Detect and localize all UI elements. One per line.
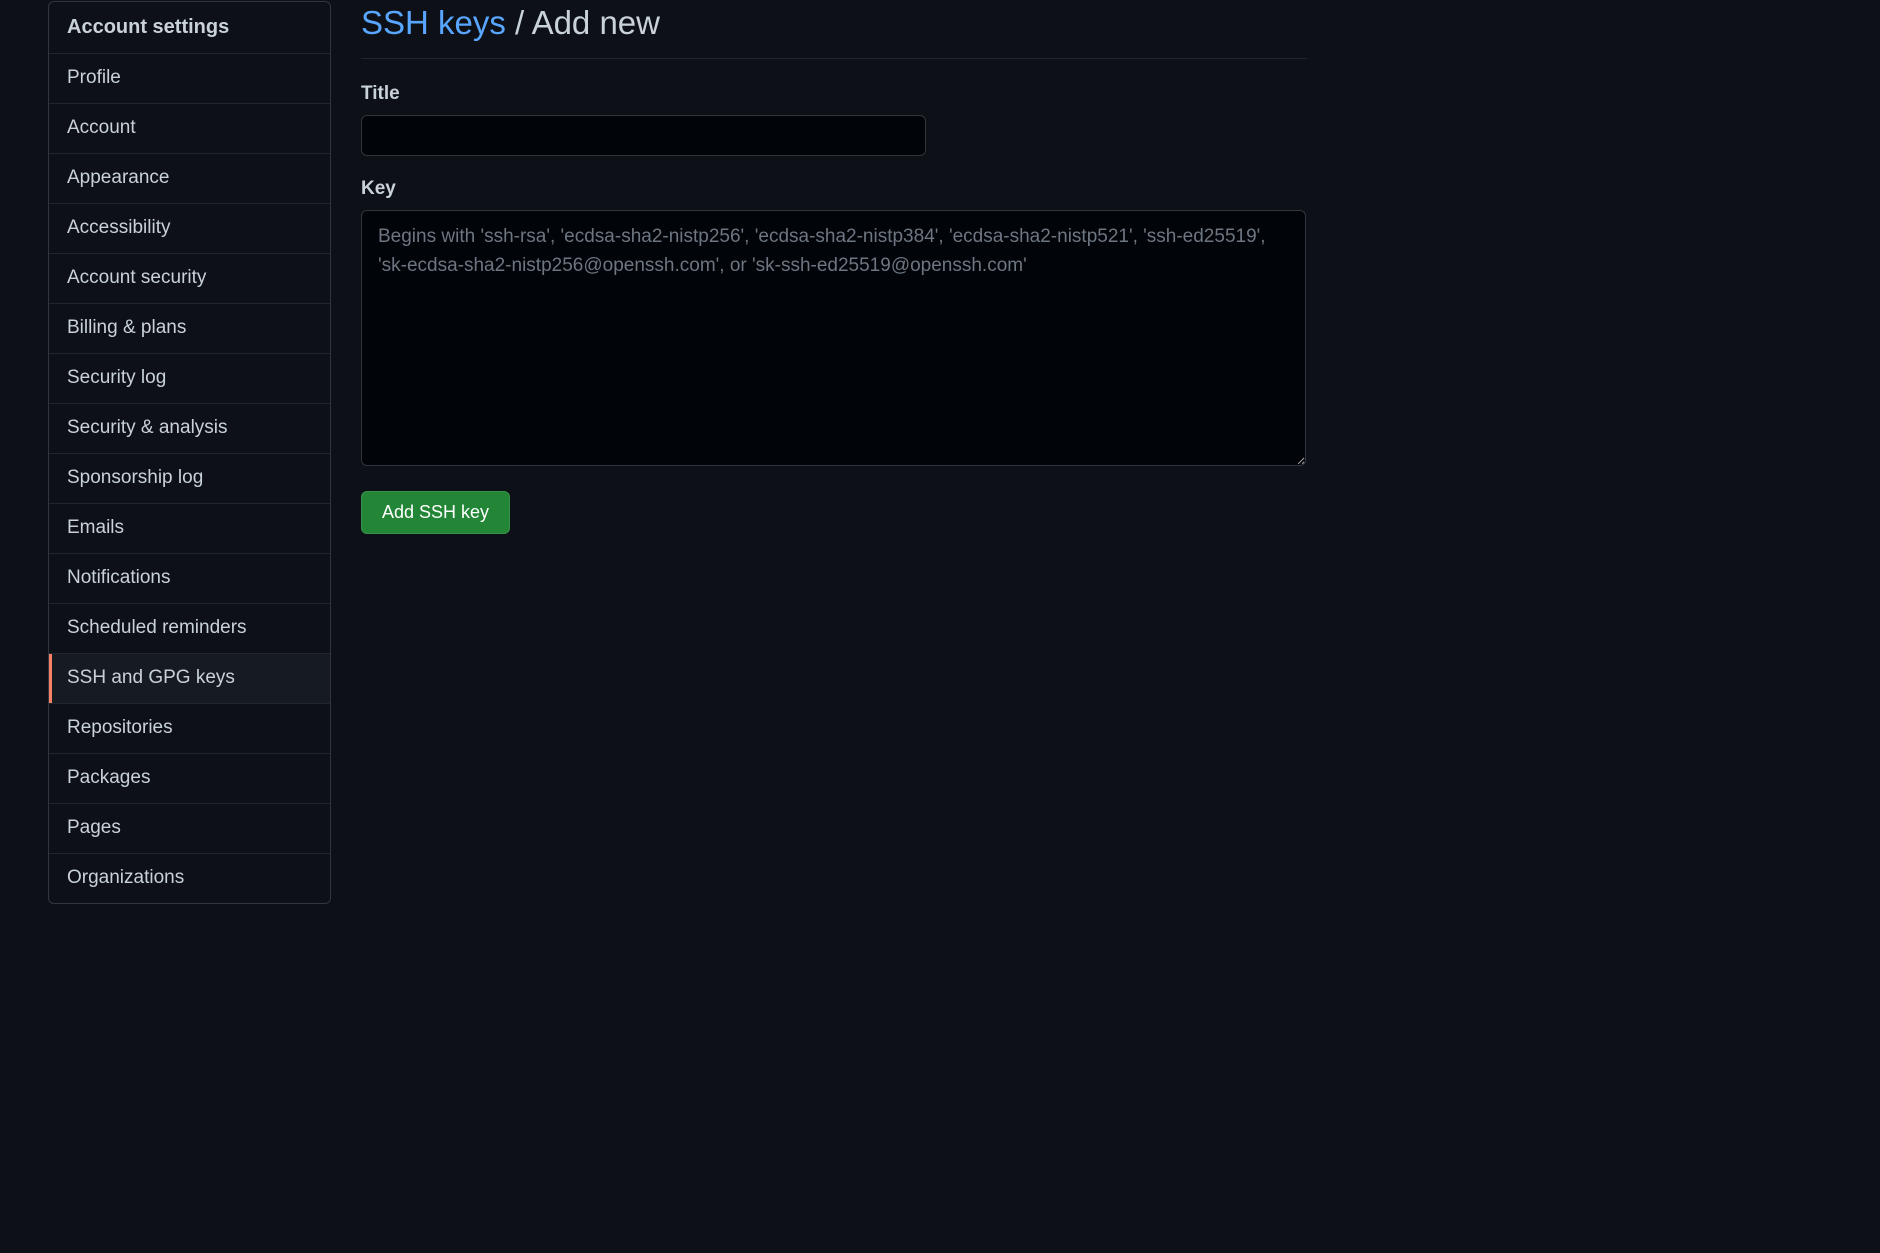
breadcrumb-current: Add new bbox=[532, 4, 660, 41]
sidebar-item-emails[interactable]: Emails bbox=[49, 504, 330, 554]
key-label: Key bbox=[361, 178, 1307, 200]
title-input[interactable] bbox=[361, 115, 926, 156]
sidebar-item-sponsorship-log[interactable]: Sponsorship log bbox=[49, 454, 330, 504]
title-form-group: Title bbox=[361, 83, 1307, 156]
sidebar-box: Account settings Profile Account Appeara… bbox=[48, 1, 331, 904]
sidebar-item-pages[interactable]: Pages bbox=[49, 804, 330, 854]
sidebar-item-packages[interactable]: Packages bbox=[49, 754, 330, 804]
add-ssh-key-button[interactable]: Add SSH key bbox=[361, 491, 510, 534]
page-header: SSH keys / Add new bbox=[361, 4, 1307, 59]
key-textarea[interactable] bbox=[361, 210, 1306, 466]
sidebar-item-billing-plans[interactable]: Billing & plans bbox=[49, 304, 330, 354]
sidebar-item-scheduled-reminders[interactable]: Scheduled reminders bbox=[49, 604, 330, 654]
sidebar-item-accessibility[interactable]: Accessibility bbox=[49, 204, 330, 254]
sidebar-item-security-analysis[interactable]: Security & analysis bbox=[49, 404, 330, 454]
breadcrumb-separator: / bbox=[506, 4, 532, 41]
breadcrumb-link[interactable]: SSH keys bbox=[361, 4, 506, 41]
sidebar-item-appearance[interactable]: Appearance bbox=[49, 154, 330, 204]
sidebar-header: Account settings bbox=[49, 2, 330, 54]
sidebar-item-account[interactable]: Account bbox=[49, 104, 330, 154]
sidebar-item-account-security[interactable]: Account security bbox=[49, 254, 330, 304]
sidebar-item-ssh-gpg-keys[interactable]: SSH and GPG keys bbox=[49, 654, 330, 704]
main-content: SSH keys / Add new Title Key Add SSH key bbox=[361, 0, 1880, 904]
sidebar-item-security-log[interactable]: Security log bbox=[49, 354, 330, 404]
settings-sidebar: Account settings Profile Account Appeara… bbox=[48, 1, 331, 904]
key-form-group: Key bbox=[361, 178, 1307, 469]
sidebar-item-notifications[interactable]: Notifications bbox=[49, 554, 330, 604]
sidebar-item-repositories[interactable]: Repositories bbox=[49, 704, 330, 754]
title-label: Title bbox=[361, 83, 1307, 105]
sidebar-item-profile[interactable]: Profile bbox=[49, 54, 330, 104]
sidebar-item-organizations[interactable]: Organizations bbox=[49, 854, 330, 903]
